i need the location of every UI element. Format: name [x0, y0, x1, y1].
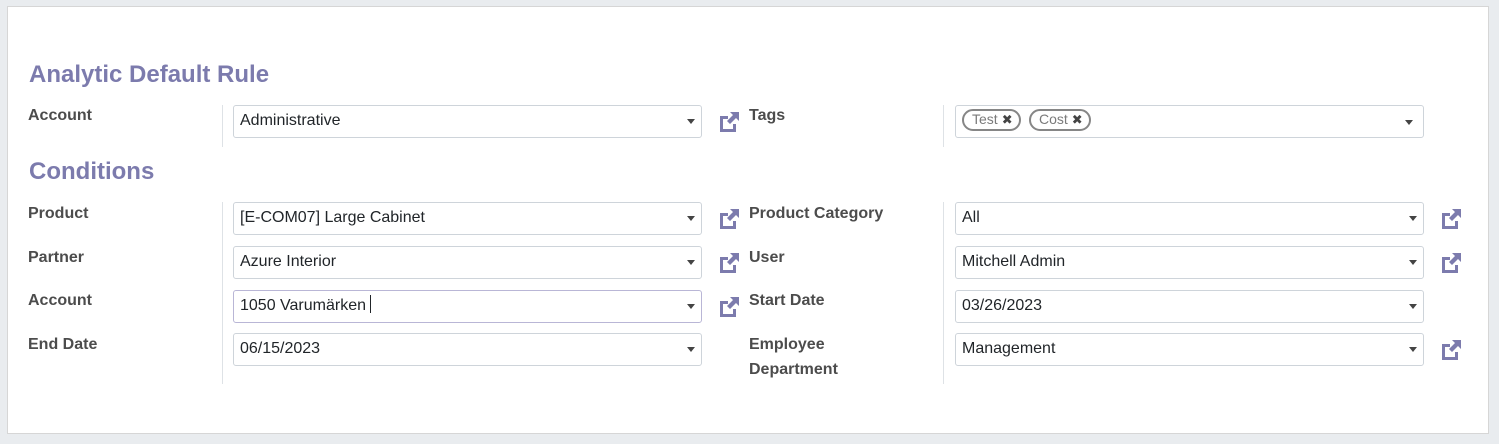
caret-down-icon[interactable] — [687, 216, 695, 221]
column-separator — [943, 202, 944, 384]
caret-down-icon[interactable] — [687, 304, 695, 309]
close-icon[interactable]: ✖ — [1002, 112, 1013, 128]
external-link-icon[interactable] — [716, 109, 742, 135]
start-date-label: Start Date — [749, 292, 825, 309]
external-link-icon[interactable] — [1438, 250, 1464, 276]
text-cursor — [370, 295, 371, 313]
external-link-icon[interactable] — [716, 206, 742, 232]
partner-value: Azure Interior — [240, 253, 337, 270]
employee-department-select[interactable]: Management — [955, 333, 1424, 366]
caret-down-icon[interactable] — [687, 119, 695, 124]
tags-select[interactable]: Test ✖ Cost ✖ — [955, 105, 1424, 138]
condition-account-value: 1050 Varumärken — [240, 291, 371, 322]
section-title-conditions: Conditions — [29, 158, 155, 185]
external-link-icon[interactable] — [716, 250, 742, 276]
tag-label: Cost — [1039, 111, 1068, 127]
product-category-value: All — [962, 209, 980, 226]
caret-down-icon[interactable] — [687, 260, 695, 265]
external-link-icon[interactable] — [1438, 337, 1464, 363]
close-icon[interactable]: ✖ — [1072, 112, 1083, 128]
product-value: [E-COM07] Large Cabinet — [240, 209, 425, 226]
partner-label: Partner — [28, 249, 85, 266]
product-label: Product — [28, 205, 89, 222]
external-link-icon[interactable] — [716, 294, 742, 320]
external-link-icon[interactable] — [1438, 206, 1464, 232]
end-date-label: End Date — [28, 336, 98, 353]
column-separator — [222, 105, 223, 147]
caret-down-icon[interactable] — [1409, 347, 1417, 352]
account-label: Account — [28, 107, 92, 124]
product-category-select[interactable]: All — [955, 202, 1424, 235]
caret-down-icon[interactable] — [1409, 304, 1417, 309]
employee-department-label: Employee Department — [749, 332, 838, 382]
end-date-field[interactable]: 06/15/2023 — [233, 333, 702, 366]
tag-chip: Cost ✖ — [1029, 109, 1091, 131]
caret-down-icon[interactable] — [687, 347, 695, 352]
employee-department-label-line1: Employee — [749, 336, 825, 353]
partner-select[interactable]: Azure Interior — [233, 246, 702, 279]
user-label: User — [749, 249, 785, 266]
user-select[interactable]: Mitchell Admin — [955, 246, 1424, 279]
user-value: Mitchell Admin — [962, 253, 1066, 270]
caret-down-icon[interactable] — [1409, 260, 1417, 265]
product-category-label: Product Category — [749, 205, 884, 222]
account-select[interactable]: Administrative — [233, 105, 702, 138]
start-date-field[interactable]: 03/26/2023 — [955, 290, 1424, 323]
tags-label: Tags — [749, 107, 786, 124]
tag-label: Test — [972, 111, 998, 127]
caret-down-icon[interactable] — [1405, 120, 1413, 125]
condition-account-input[interactable]: 1050 Varumärken — [233, 290, 702, 323]
condition-account-label: Account — [28, 292, 92, 309]
section-title-rule: Analytic Default Rule — [29, 61, 270, 88]
column-separator — [943, 105, 944, 147]
condition-account-text: 1050 Varumärken — [240, 297, 366, 314]
start-date-value: 03/26/2023 — [962, 297, 1043, 314]
employee-department-value: Management — [962, 340, 1056, 357]
column-separator — [222, 202, 223, 384]
product-select[interactable]: [E-COM07] Large Cabinet — [233, 202, 702, 235]
account-value: Administrative — [240, 112, 341, 129]
employee-department-label-line2: Department — [749, 361, 838, 378]
caret-down-icon[interactable] — [1409, 216, 1417, 221]
end-date-value: 06/15/2023 — [240, 340, 321, 357]
tag-chip: Test ✖ — [962, 109, 1021, 131]
